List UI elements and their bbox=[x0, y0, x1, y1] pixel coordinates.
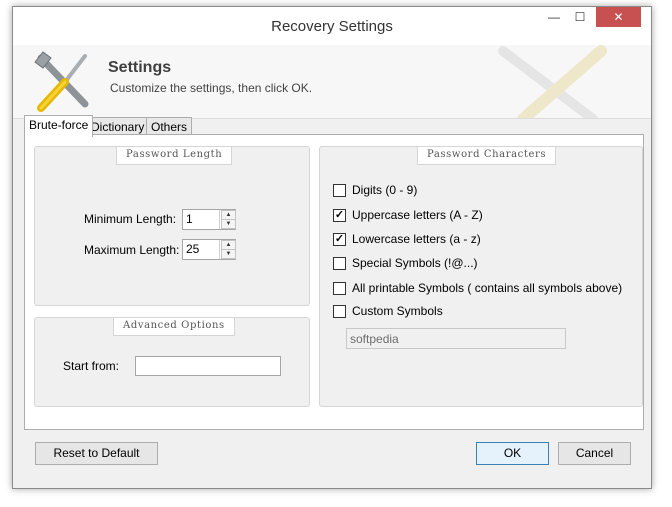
wrench-screwdriver-icon bbox=[34, 51, 89, 112]
close-button[interactable]: ✕ bbox=[596, 7, 641, 27]
all-printable-label: All printable Symbols ( contains all sym… bbox=[352, 281, 623, 295]
minimum-length-label: Minimum Length: bbox=[84, 212, 177, 226]
background-tools-watermark-icon bbox=[498, 45, 607, 118]
decrement-icon[interactable]: ▼ bbox=[221, 249, 236, 259]
minimum-length-spinner[interactable]: 1 ▲ ▼ bbox=[182, 209, 236, 230]
password-length-group: Password Length Minimum Length: 1 ▲ ▼ Ma… bbox=[34, 146, 310, 306]
password-characters-title: Password Characters bbox=[417, 146, 557, 165]
custom-symbols-value: softpedia bbox=[350, 332, 399, 346]
spinner-buttons: ▲ ▼ bbox=[219, 210, 236, 229]
lowercase-checkbox[interactable]: ✓ bbox=[333, 233, 346, 246]
custom-symbols-checkbox[interactable] bbox=[333, 305, 346, 318]
header-title: Settings bbox=[108, 59, 172, 76]
recovery-settings-window: Recovery Settings — ☐ ✕ Settings Customi… bbox=[12, 6, 652, 489]
special-symbols-checkbox[interactable] bbox=[333, 257, 346, 270]
password-length-title: Password Length bbox=[116, 146, 233, 165]
maximum-length-spinner[interactable]: 25 ▲ ▼ bbox=[182, 239, 236, 260]
lowercase-label: Lowercase letters (a - z) bbox=[352, 232, 481, 246]
title-bar[interactable]: Recovery Settings — ☐ ✕ bbox=[13, 7, 651, 45]
brute-force-panel: Password Length Minimum Length: 1 ▲ ▼ Ma… bbox=[24, 134, 644, 430]
custom-symbols-input[interactable]: softpedia bbox=[346, 328, 566, 349]
maximize-button[interactable]: ☐ bbox=[567, 7, 593, 27]
uppercase-label: Uppercase letters (A - Z) bbox=[352, 208, 483, 222]
digits-checkbox[interactable] bbox=[333, 184, 346, 197]
reset-to-default-button[interactable]: Reset to Default bbox=[35, 442, 158, 465]
spinner-buttons: ▲ ▼ bbox=[219, 240, 236, 259]
cancel-button[interactable]: Cancel bbox=[558, 442, 631, 465]
password-characters-group: Password Characters Digits (0 - 9) ✓ Upp… bbox=[319, 146, 643, 407]
minimize-button[interactable]: — bbox=[541, 7, 567, 27]
advanced-options-group: Advanced Options Start from: bbox=[34, 317, 310, 407]
all-printable-checkbox[interactable] bbox=[333, 282, 346, 295]
special-symbols-label: Special Symbols (!@...) bbox=[352, 256, 478, 270]
custom-symbols-label: Custom Symbols bbox=[352, 304, 443, 318]
decrement-icon[interactable]: ▼ bbox=[221, 219, 236, 229]
maximum-length-label: Maximum Length: bbox=[84, 243, 180, 257]
digits-label: Digits (0 - 9) bbox=[352, 183, 418, 197]
settings-header: Settings Customize the settings, then cl… bbox=[13, 45, 651, 119]
header-subtitle: Customize the settings, then click OK. bbox=[110, 81, 313, 95]
start-from-label: Start from: bbox=[63, 359, 120, 373]
tab-brute-force[interactable]: Brute-force bbox=[24, 115, 94, 137]
advanced-options-title: Advanced Options bbox=[113, 317, 235, 336]
uppercase-checkbox[interactable]: ✓ bbox=[333, 209, 346, 222]
start-from-input[interactable] bbox=[135, 356, 281, 376]
maximum-length-value: 25 bbox=[186, 242, 200, 256]
minimum-length-value: 1 bbox=[186, 212, 193, 226]
ok-button[interactable]: OK bbox=[476, 442, 549, 465]
